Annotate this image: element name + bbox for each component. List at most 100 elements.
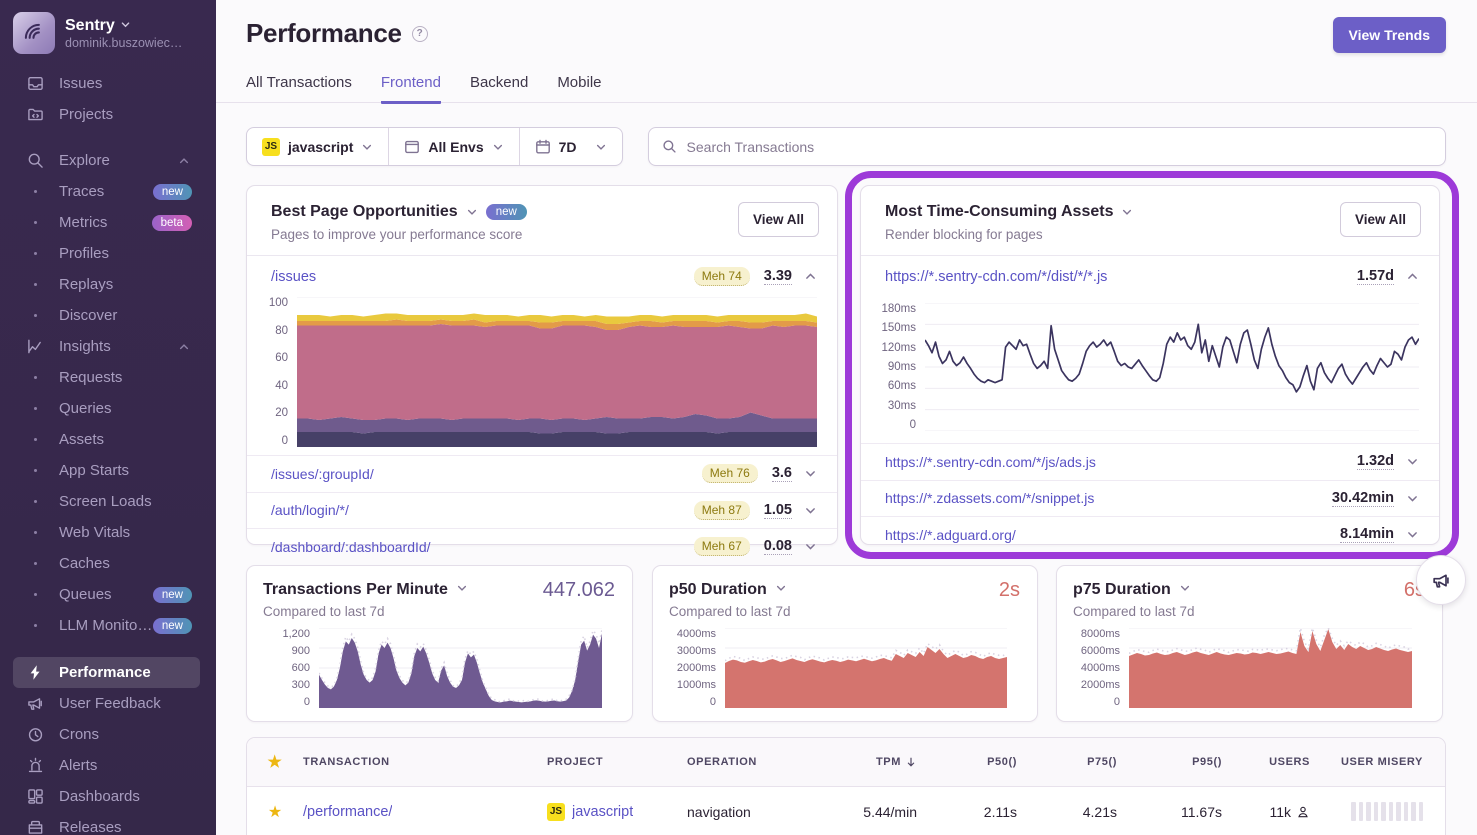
chevron-down-icon[interactable] xyxy=(775,581,787,599)
sidebar-item-requests[interactable]: Requests xyxy=(13,362,200,393)
sidebar-item-llm-monitoring[interactable]: LLM Monito…new xyxy=(13,610,200,641)
sidebar-item-web-vitals[interactable]: Web Vitals xyxy=(13,517,200,548)
javascript-project-icon: JS xyxy=(262,138,280,156)
sidebar-item-queues[interactable]: Queuesnew xyxy=(13,579,200,610)
page-link[interactable]: /auth/login/*/ xyxy=(271,502,694,518)
bullet-icon xyxy=(25,314,45,317)
sidebar-item-label: Traces xyxy=(59,183,104,200)
view-all-button[interactable]: View All xyxy=(738,202,819,237)
asset-link[interactable]: https://*.sentry-cdn.com/*/js/ads.js xyxy=(885,454,1357,470)
star-icon[interactable]: ★ xyxy=(268,802,282,822)
sidebar-item-projects[interactable]: Projects xyxy=(13,99,200,130)
sidebar-item-label: Caches xyxy=(59,555,110,572)
search-transactions[interactable] xyxy=(648,127,1446,166)
sidebar-item-app-starts[interactable]: App Starts xyxy=(13,455,200,486)
project-filter[interactable]: JS javascript xyxy=(247,128,388,165)
column-tpm[interactable]: TPM xyxy=(802,756,917,768)
asset-list: https://*.sentry-cdn.com/*/js/ads.js1.32… xyxy=(861,443,1439,553)
chevron-up-icon[interactable] xyxy=(178,341,190,353)
chevron-down-icon[interactable] xyxy=(804,504,817,517)
chevron-down-icon[interactable] xyxy=(456,581,468,599)
sidebar-item-label: Projects xyxy=(59,106,113,123)
chevron-down-icon[interactable] xyxy=(804,467,817,480)
sidebar-item-crons[interactable]: Crons xyxy=(13,719,200,750)
sidebar-item-alerts[interactable]: Alerts xyxy=(13,750,200,781)
chevron-down-icon[interactable] xyxy=(1406,528,1419,541)
sidebar-item-dashboards[interactable]: Dashboards xyxy=(13,781,200,812)
sidebar-item-releases[interactable]: Releases xyxy=(13,812,200,835)
column-p95[interactable]: P95() xyxy=(1117,756,1222,768)
chevron-up-icon[interactable] xyxy=(804,270,817,283)
sidebar-item-user-feedback[interactable]: User Feedback xyxy=(13,688,200,719)
search-icon xyxy=(662,139,677,154)
chevron-down-icon[interactable] xyxy=(1406,492,1419,505)
column-operation[interactable]: OPERATION xyxy=(687,756,802,768)
column-project[interactable]: PROJECT xyxy=(547,756,687,768)
bullet-icon xyxy=(25,531,45,534)
tab-all-transactions[interactable]: All Transactions xyxy=(246,74,352,102)
sidebar-item-metrics[interactable]: Metricsbeta xyxy=(13,207,200,238)
asset-total-time: 1.57d xyxy=(1357,268,1394,285)
asset-link[interactable]: https://*.adguard.org/ xyxy=(885,527,1340,543)
chevron-down-icon xyxy=(120,17,131,35)
sidebar-item-insights[interactable]: Insights xyxy=(13,331,200,362)
chevron-down-icon[interactable] xyxy=(1121,206,1133,218)
user-misery-score xyxy=(1351,802,1423,821)
chevron-down-icon[interactable] xyxy=(1406,455,1419,468)
feedback-button[interactable] xyxy=(1416,555,1466,605)
column-p50[interactable]: P50() xyxy=(917,756,1017,768)
tab-backend[interactable]: Backend xyxy=(470,74,528,102)
column-p75[interactable]: P75() xyxy=(1017,756,1117,768)
asset-link[interactable]: https://*.sentry-cdn.com/*/dist/*/*.js xyxy=(885,269,1357,285)
user-icon xyxy=(1296,805,1310,819)
date-range-filter[interactable]: 7D xyxy=(519,128,622,165)
chevron-up-icon[interactable] xyxy=(1406,270,1419,283)
metric-subtitle: Compared to last 7d xyxy=(1073,604,1426,619)
sidebar-item-traces[interactable]: Tracesnew xyxy=(13,176,200,207)
bullet-icon xyxy=(25,376,45,379)
column-users[interactable]: USERS xyxy=(1222,756,1310,768)
chevron-down-icon[interactable] xyxy=(466,206,478,218)
sidebar-item-screen-loads[interactable]: Screen Loads xyxy=(13,486,200,517)
project-link[interactable]: javascript xyxy=(572,804,633,820)
transaction-link[interactable]: /performance/ xyxy=(303,804,392,820)
org-switcher[interactable]: Sentry dominik.buszowiec… xyxy=(0,0,216,62)
chevron-down-icon xyxy=(492,141,504,153)
help-icon[interactable]: ? xyxy=(412,26,428,42)
sidebar-item-assets[interactable]: Assets xyxy=(13,424,200,455)
sidebar: Sentry dominik.buszowiec… Issues Projects… xyxy=(0,0,216,835)
tab-mobile[interactable]: Mobile xyxy=(557,74,601,102)
page-link[interactable]: /dashboard/:dashboardId/ xyxy=(271,539,694,555)
sidebar-item-discover[interactable]: Discover xyxy=(13,300,200,331)
chevron-up-icon[interactable] xyxy=(178,155,190,167)
sidebar-item-caches[interactable]: Caches xyxy=(13,548,200,579)
megaphone-icon xyxy=(25,695,45,712)
chevron-down-icon[interactable] xyxy=(1179,581,1191,599)
sidebar-item-replays[interactable]: Replays xyxy=(13,269,200,300)
table-row: ★/performance/JSjavascriptnavigation5.44… xyxy=(247,787,1445,835)
environment-filter[interactable]: All Envs xyxy=(388,128,518,165)
score-badge: Meh 67 xyxy=(694,537,750,556)
tab-frontend[interactable]: Frontend xyxy=(381,74,441,104)
metric-value: 447.062 xyxy=(543,579,615,602)
page-link[interactable]: /issues xyxy=(271,269,694,285)
chevron-down-icon[interactable] xyxy=(804,540,817,553)
sidebar-item-issues[interactable]: Issues xyxy=(13,68,200,99)
p50-cell: 2.11s xyxy=(917,804,1017,820)
sidebar-item-explore[interactable]: Explore xyxy=(13,145,200,176)
bullet-icon xyxy=(25,593,45,596)
asset-link[interactable]: https://*.zdassets.com/*/snippet.js xyxy=(885,490,1332,506)
view-trends-button[interactable]: View Trends xyxy=(1333,17,1446,53)
search-input[interactable] xyxy=(687,139,1432,155)
page-link[interactable]: /issues/:groupId/ xyxy=(271,466,702,482)
column-user-misery[interactable]: USER MISERY xyxy=(1310,756,1445,768)
p50-duration-card: p50 Duration 2s Compared to last 7d 4000… xyxy=(652,565,1038,722)
star-icon[interactable]: ★ xyxy=(268,752,283,772)
bullet-icon xyxy=(25,252,45,255)
sidebar-item-performance[interactable]: Performance xyxy=(13,657,200,688)
column-transaction[interactable]: TRANSACTION xyxy=(303,756,547,768)
view-all-button[interactable]: View All xyxy=(1340,202,1421,237)
sidebar-item-profiles[interactable]: Profiles xyxy=(13,238,200,269)
chart-icon xyxy=(25,338,45,355)
sidebar-item-queries[interactable]: Queries xyxy=(13,393,200,424)
